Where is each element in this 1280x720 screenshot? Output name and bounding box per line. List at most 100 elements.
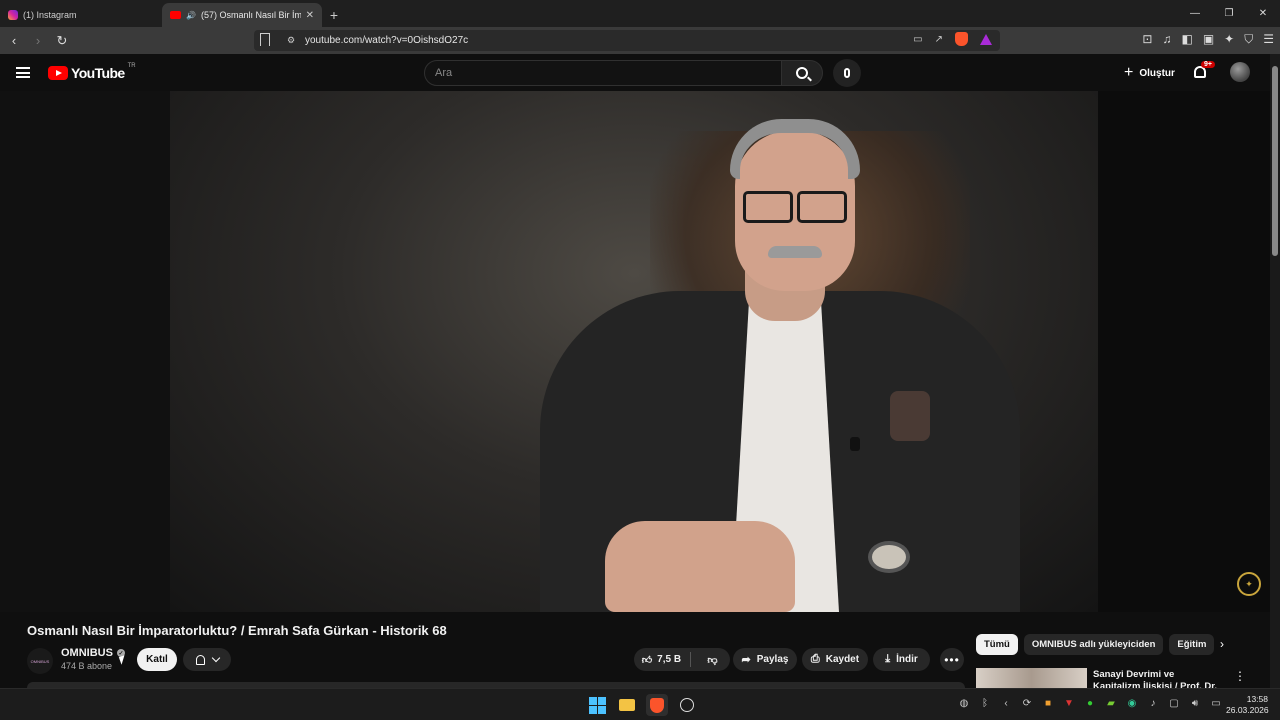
folder-icon <box>619 699 635 711</box>
page-scrollbar[interactable] <box>1270 54 1280 688</box>
share-page-icon[interactable]: ↗ <box>935 34 943 45</box>
speaker-icon[interactable]: 🔊 <box>186 11 196 20</box>
youtube-masthead: YouTube TR + Oluştur 9+ <box>0 54 1270 91</box>
tab-instagram[interactable]: (1) Instagram <box>0 3 162 27</box>
taskbar-clock[interactable]: 13:58 26.03.2026 <box>1226 694 1269 716</box>
leo-ai-icon[interactable]: ✦ <box>1224 32 1234 47</box>
notification-badge: 9+ <box>1201 61 1215 68</box>
microphone-icon <box>844 68 850 78</box>
tray-display-icon[interactable]: ▢ <box>1168 698 1180 709</box>
tray-volume-icon[interactable]: 🔊︎ <box>1189 698 1201 709</box>
channel-name-text[interactable]: OMNIBUS <box>61 647 113 659</box>
more-actions-button[interactable]: ••• <box>940 648 964 671</box>
close-tab-icon[interactable]: ✕ <box>306 10 314 21</box>
search-icon <box>796 67 808 79</box>
screenshot-icon[interactable]: ⊡ <box>1142 32 1152 47</box>
tray-green-icon[interactable]: ● <box>1084 698 1096 709</box>
address-bar[interactable]: ⚙ youtube.com/watch?v=0OishsdO27c ▭ ↗ <box>254 30 1000 51</box>
chip-from-uploader[interactable]: OMNIBUS adlı yükleyiciden <box>1023 634 1164 655</box>
subscription-notification-button[interactable] <box>183 648 231 671</box>
bookmark-icon[interactable] <box>260 33 270 46</box>
start-button[interactable] <box>586 694 608 716</box>
tray-app-icon[interactable]: ◍ <box>958 698 970 709</box>
instagram-icon <box>8 10 18 20</box>
tray-mic-icon[interactable]: ♪ <box>1147 698 1159 709</box>
file-explorer-button[interactable] <box>616 694 638 716</box>
cast-icon[interactable]: ▭ <box>913 34 922 45</box>
guide-menu-icon[interactable] <box>16 67 30 78</box>
tab-youtube[interactable]: 🔊 (57) Osmanlı Nasıl Bir İmparat ✕ <box>162 3 322 27</box>
channel-name[interactable]: OMNIBUS ✓ <box>61 647 125 659</box>
site-info-icon[interactable]: ⚙ <box>287 35 295 46</box>
notifications-button[interactable]: 9+ <box>1192 61 1215 83</box>
youtube-logo[interactable]: YouTube TR <box>48 63 136 81</box>
url-text[interactable]: youtube.com/watch?v=0OishsdO27c <box>305 35 468 46</box>
like-count: 7,5 B <box>657 654 682 665</box>
tab-title: (1) Instagram <box>23 10 77 20</box>
dislike-button[interactable]: 👎︎ <box>695 654 730 666</box>
tray-shield-icon[interactable]: ■ <box>1042 698 1054 709</box>
reload-icon[interactable]: ↻ <box>52 31 72 51</box>
close-window-button[interactable]: ✕ <box>1246 0 1280 27</box>
pocket-square <box>890 391 930 441</box>
forward-icon[interactable]: › <box>28 31 48 51</box>
mouse-cursor-icon <box>118 655 128 665</box>
related-filter-chips: Tümü OMNIBUS adlı yükleyiciden Eğitim <box>976 634 1215 655</box>
join-button[interactable]: Katıl <box>137 648 177 671</box>
tray-antivirus-icon[interactable]: ▼ <box>1063 698 1075 709</box>
hair <box>730 119 860 179</box>
thumbs-down-icon: 👎︎ <box>707 654 718 666</box>
download-button[interactable]: ⤓ İndir <box>873 648 930 671</box>
tray-sync-icon[interactable]: ⟳ <box>1021 698 1033 709</box>
vpn-icon[interactable]: ⛉ <box>1244 32 1253 47</box>
search-input[interactable] <box>425 61 781 85</box>
clock-app-button[interactable] <box>676 694 698 716</box>
youtube-play-icon <box>48 66 68 80</box>
recommendation-title[interactable]: Sanayi Devrimi ve Kapitalizm İlişkisi / … <box>1093 669 1218 688</box>
menu-icon[interactable]: ☰ <box>1263 32 1274 47</box>
tray-chevron-icon[interactable]: ‹ <box>1000 698 1012 709</box>
recommendation-thumbnail[interactable] <box>976 668 1087 688</box>
video-frame[interactable] <box>170 91 1098 612</box>
share-button[interactable]: ➦ Paylaş <box>733 648 797 671</box>
brave-rewards-icon[interactable] <box>980 33 992 45</box>
account-avatar[interactable] <box>1230 62 1250 82</box>
clock-time: 13:58 <box>1246 694 1268 704</box>
tray-battery-icon[interactable]: ▭ <box>1210 698 1222 709</box>
save-label: Kaydet <box>825 654 860 665</box>
channel-watermark-icon[interactable]: ✦ <box>1237 572 1261 596</box>
wristwatch <box>868 541 910 573</box>
back-icon[interactable]: ‹ <box>4 31 24 51</box>
maximize-button[interactable]: ❐ <box>1212 0 1246 27</box>
sidebar-icon[interactable]: ◧ <box>1181 32 1192 47</box>
scrollbar-thumb[interactable] <box>1272 66 1278 256</box>
save-button[interactable]: ⎙ Kaydet <box>802 648 868 671</box>
player-letterbox-left <box>0 91 170 612</box>
tray-security-icon[interactable]: ◉ <box>1126 698 1138 709</box>
wallet-icon[interactable]: ▣ <box>1203 32 1214 47</box>
tray-bluetooth-icon[interactable]: ᛒ <box>979 698 991 709</box>
chip-education[interactable]: Eğitim <box>1169 634 1215 655</box>
chevron-right-icon[interactable]: › <box>1220 637 1234 653</box>
mustache <box>768 246 822 258</box>
chip-all[interactable]: Tümü <box>976 634 1018 655</box>
country-code: TR <box>127 63 136 69</box>
lapel-mic <box>850 437 860 451</box>
windows-logo-icon <box>588 696 606 714</box>
video-player[interactable]: ✦ <box>0 91 1270 612</box>
recommendation-menu-icon[interactable]: ⋮ <box>1234 669 1246 683</box>
create-button[interactable]: + Oluştur <box>1114 60 1185 86</box>
new-tab-button[interactable]: + <box>322 3 346 27</box>
voice-search-button[interactable] <box>833 59 861 87</box>
media-icon[interactable]: ♫ <box>1162 32 1171 47</box>
channel-avatar[interactable]: OMNIBUS <box>27 648 53 674</box>
search-button[interactable] <box>781 60 823 86</box>
like-button[interactable]: 👍︎ 7,5 B <box>634 654 689 666</box>
brave-shields-icon[interactable] <box>955 32 968 46</box>
clock-date: 26.03.2026 <box>1226 705 1269 715</box>
window-controls: — ❐ ✕ <box>1178 0 1280 27</box>
tray-nvidia-icon[interactable]: ▰ <box>1105 698 1117 709</box>
minimize-button[interactable]: — <box>1178 0 1212 27</box>
hands <box>605 521 795 612</box>
brave-taskbar-button[interactable] <box>646 694 668 716</box>
